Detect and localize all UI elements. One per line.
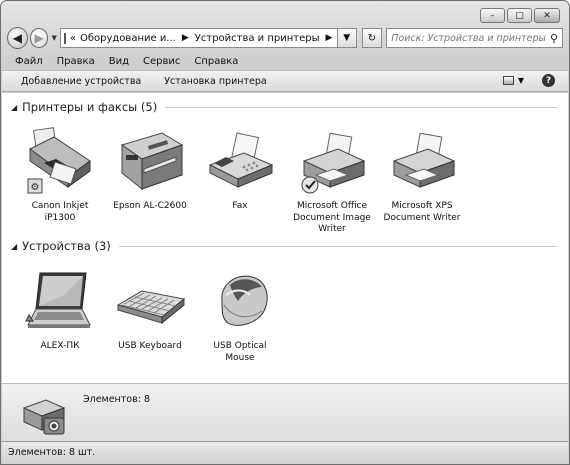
- chevron-down-icon[interactable]: ▼: [518, 76, 524, 85]
- recent-pages-dropdown[interactable]: ▼: [51, 34, 56, 42]
- device-item[interactable]: Microsoft Office Document Image Writer: [287, 125, 377, 236]
- control-panel-icon: [63, 32, 66, 44]
- command-bar: Добавление устройства Установка принтера…: [2, 70, 568, 92]
- group-header-printers[interactable]: ◢ Принтеры и факсы (5): [11, 100, 558, 114]
- device-label: Microsoft Office: [296, 201, 368, 211]
- devices-camera-printer-icon: [22, 399, 66, 435]
- maximize-button[interactable]: □: [507, 8, 532, 23]
- search-icon[interactable]: ⚲: [550, 32, 558, 45]
- forward-arrow-icon: ▶: [34, 31, 44, 45]
- device-item[interactable]: USB Optical Mouse: [195, 265, 285, 364]
- device-label: Document Writer: [383, 212, 461, 223]
- laptop-icon: [25, 272, 91, 328]
- address-bar[interactable]: « Оборудование и... ▶ Устройства и принт…: [59, 28, 338, 48]
- device-label: Mouse: [225, 352, 255, 363]
- menu-view[interactable]: Вид: [109, 56, 129, 67]
- device-label: Microsoft XPS: [391, 201, 453, 211]
- laser-printer-icon: [120, 132, 184, 191]
- printer-icon: [392, 132, 456, 188]
- default-printer-icon: [301, 132, 366, 194]
- minimize-button[interactable]: –: [480, 8, 505, 23]
- help-button[interactable]: ?: [542, 74, 555, 87]
- group-divider: [118, 245, 558, 247]
- keyboard-icon: [116, 290, 186, 325]
- close-button[interactable]: ✕: [534, 8, 560, 23]
- search-placeholder: Поиск: Устройства и принтеры: [391, 32, 547, 44]
- add-device-button[interactable]: Добавление устройства: [21, 76, 141, 87]
- menu-help[interactable]: Справка: [194, 56, 238, 67]
- collapse-arrow-icon[interactable]: ◢: [11, 242, 17, 251]
- menu-edit[interactable]: Правка: [57, 56, 95, 67]
- back-arrow-icon: ◀: [12, 31, 22, 45]
- search-input[interactable]: Поиск: Устройства и принтеры ⚲: [386, 28, 563, 48]
- device-label: ALEX-ПК: [40, 341, 80, 351]
- chevron-right-icon[interactable]: ▶: [182, 33, 189, 43]
- address-history-dropdown[interactable]: ▼: [337, 28, 357, 48]
- device-label: iP1300: [44, 212, 76, 223]
- menu-bar: Файл Правка Вид Сервис Справка: [2, 53, 568, 70]
- item-count: Элементов: 8: [83, 394, 150, 405]
- device-item[interactable]: ALEX-ПК: [15, 265, 105, 353]
- device-item[interactable]: Fax: [195, 125, 285, 213]
- chevron-right-icon[interactable]: ▶: [326, 33, 333, 43]
- device-label: Document Image: [293, 212, 371, 223]
- device-label: Canon Inkjet: [31, 201, 89, 211]
- device-item[interactable]: ⚙ Canon Inkjet iP1300: [15, 125, 105, 224]
- collapse-arrow-icon[interactable]: ◢: [11, 103, 17, 112]
- device-label: USB Keyboard: [118, 341, 182, 351]
- caption-buttons: – □ ✕: [480, 8, 560, 23]
- forward-button[interactable]: ▶: [29, 28, 49, 48]
- group-header-devices[interactable]: ◢ Устройства (3): [11, 239, 558, 253]
- view-icon: [502, 76, 514, 85]
- status-text: Элементов: 8 шт.: [8, 447, 96, 458]
- group-divider: [165, 106, 558, 108]
- breadcrumb-devices-printers[interactable]: Устройства и принтеры: [195, 33, 320, 44]
- svg-text:⚙: ⚙: [31, 182, 40, 193]
- chevron-down-icon: ▼: [343, 33, 351, 43]
- devices-view: ◢ Принтеры и факсы (5) ⚙ Canon Inkjet iP…: [2, 93, 568, 383]
- device-label: Fax: [232, 201, 248, 211]
- inkjet-printer-icon: ⚙: [27, 127, 91, 194]
- add-printer-button[interactable]: Установка принтера: [164, 76, 266, 87]
- device-label: Writer: [318, 224, 346, 234]
- device-item[interactable]: Epson AL-C2600: [105, 125, 195, 213]
- device-label: USB Optical: [213, 341, 267, 351]
- mouse-icon: [221, 275, 268, 326]
- breadcrumb-hardware[interactable]: Оборудование и...: [80, 33, 176, 44]
- refresh-icon: ↻: [367, 32, 377, 44]
- details-pane: Элементов: 8: [2, 383, 568, 441]
- explorer-window: – □ ✕ ◀ ▶ ▼ « Оборудование и... ▶ Устрой…: [0, 0, 570, 465]
- change-view-button[interactable]: ▼: [502, 76, 524, 85]
- back-button[interactable]: ◀: [7, 27, 28, 49]
- menu-file[interactable]: Файл: [15, 56, 43, 67]
- fax-icon: [208, 132, 274, 188]
- refresh-button[interactable]: ↻: [361, 28, 383, 48]
- navigation-bar: ◀ ▶ ▼ « Оборудование и... ▶ Устройства и…: [7, 25, 563, 51]
- device-label: Epson AL-C2600: [113, 201, 187, 211]
- group-title: Устройства (3): [22, 239, 111, 253]
- device-item[interactable]: Microsoft XPS Document Writer: [377, 125, 467, 224]
- status-bar: Элементов: 8 шт.: [2, 441, 568, 464]
- device-item[interactable]: USB Keyboard: [105, 265, 195, 353]
- group-title: Принтеры и факсы (5): [22, 100, 158, 114]
- menu-tools[interactable]: Сервис: [143, 56, 180, 67]
- address-overflow[interactable]: «: [70, 33, 76, 44]
